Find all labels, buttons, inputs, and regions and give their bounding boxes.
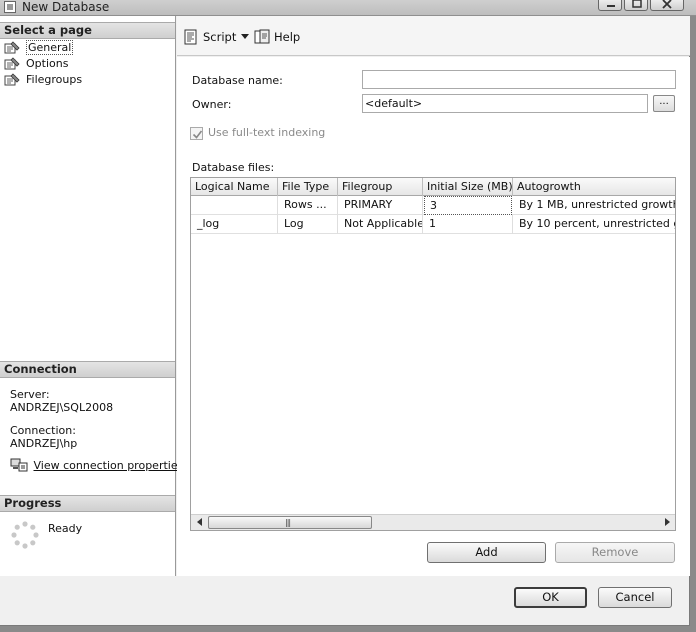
scroll-grip: ||| (285, 518, 291, 527)
page-item-general[interactable]: General (4, 40, 82, 56)
help-icon (254, 29, 270, 44)
fulltext-indexing-label: Use full-text indexing (208, 126, 326, 139)
scroll-left-icon[interactable] (197, 518, 202, 526)
app-icon (4, 1, 16, 13)
add-button[interactable]: Add (427, 542, 546, 563)
cell-autogrowth[interactable]: By 10 percent, unrestricted growth (513, 215, 675, 234)
page-item-options[interactable]: Options (4, 56, 82, 72)
cell-filegroup[interactable]: PRIMARY (338, 196, 423, 215)
page-settings-icon (4, 57, 20, 70)
general-page-content: Database name: Owner: ... Use full-text … (177, 57, 690, 576)
checkmark-icon (192, 130, 203, 139)
cell-initial-size[interactable]: 3 (424, 196, 512, 215)
horizontal-scrollbar[interactable]: ||| (191, 514, 675, 530)
page-settings-icon (4, 41, 20, 54)
cell-filegroup[interactable]: Not Applicable (338, 215, 423, 234)
database-name-label: Database name: (192, 74, 283, 87)
connection-header: Connection (0, 361, 175, 378)
minimize-button[interactable] (598, 0, 622, 11)
cell-file-type[interactable]: Log (278, 215, 338, 234)
database-files-grid[interactable]: Logical Name File Type Filegroup Initial… (190, 177, 676, 531)
connection-properties-icon (10, 458, 28, 472)
progress-header: Progress (0, 495, 175, 512)
dialog-frame: Select a page General Options Filegroups… (0, 16, 690, 626)
remove-button[interactable]: Remove (555, 542, 675, 563)
fulltext-indexing-checkbox[interactable] (190, 127, 203, 140)
select-page-header: Select a page (0, 22, 175, 39)
connection-label: Connection: (10, 424, 76, 437)
page-item-label: General (26, 40, 74, 55)
page-item-label: Options (26, 57, 69, 70)
scroll-right-icon[interactable] (665, 518, 670, 526)
view-connection-properties-label: View connection properties (33, 458, 184, 472)
maximize-icon (632, 0, 642, 8)
column-header-logical-name[interactable]: Logical Name (191, 178, 278, 196)
grid-header: Logical Name File Type Filegroup Initial… (191, 178, 675, 196)
left-panel: Select a page General Options Filegroups… (0, 16, 183, 576)
owner-label: Owner: (192, 98, 232, 111)
script-label: Script (203, 30, 237, 44)
cell-logical-name[interactable]: _log (191, 215, 278, 234)
cell-initial-size[interactable]: 1 (423, 215, 513, 234)
server-label: Server: (10, 388, 50, 401)
column-header-filegroup[interactable]: Filegroup (338, 178, 423, 196)
column-header-autogrowth[interactable]: Autogrowth (513, 178, 675, 196)
title-bar: New Database (0, 0, 696, 16)
column-header-initial-size[interactable]: Initial Size (MB) (423, 178, 513, 196)
connection-info: Server: ANDRZEJ\SQL2008 Connection: ANDR… (10, 388, 113, 450)
page-item-filegroups[interactable]: Filegroups (4, 72, 82, 88)
connection-value: ANDRZEJ\hp (10, 437, 78, 450)
help-label: Help (274, 30, 301, 44)
cell-logical-name[interactable] (191, 196, 278, 215)
help-button[interactable]: Help (254, 28, 304, 46)
page-item-label: Filegroups (26, 73, 83, 86)
table-row[interactable]: _log Log Not Applicable 1 By 10 percent,… (191, 215, 675, 234)
owner-input[interactable] (362, 94, 648, 113)
script-icon (184, 29, 197, 45)
close-button[interactable] (650, 0, 684, 11)
script-button[interactable]: Script (183, 28, 253, 46)
database-files-label: Database files: (192, 161, 275, 174)
browse-owner-button[interactable]: ... (653, 95, 675, 112)
maximize-button[interactable] (624, 0, 648, 11)
toolbar: Script Help (177, 16, 690, 56)
chevron-down-icon[interactable] (241, 34, 249, 39)
view-connection-properties-link[interactable]: View connection properties (10, 458, 183, 472)
scroll-thumb[interactable]: ||| (208, 516, 372, 529)
cell-file-type[interactable]: Rows ... (278, 196, 338, 215)
server-value: ANDRZEJ\SQL2008 (10, 401, 114, 414)
cancel-button[interactable]: Cancel (598, 587, 672, 608)
minimize-icon (607, 5, 615, 7)
progress-status: Ready (48, 522, 83, 535)
window-title: New Database (22, 0, 110, 14)
cell-autogrowth[interactable]: By 1 MB, unrestricted growth (513, 196, 675, 215)
page-list: General Options Filegroups (4, 40, 82, 88)
column-header-file-type[interactable]: File Type (278, 178, 338, 196)
ok-button[interactable]: OK (514, 587, 587, 608)
database-name-input[interactable] (362, 70, 676, 89)
table-row[interactable]: Rows ... PRIMARY 3 By 1 MB, unrestricted… (191, 196, 675, 215)
close-icon (662, 0, 672, 9)
page-settings-icon (4, 73, 20, 86)
progress-spinner-icon (11, 521, 39, 549)
